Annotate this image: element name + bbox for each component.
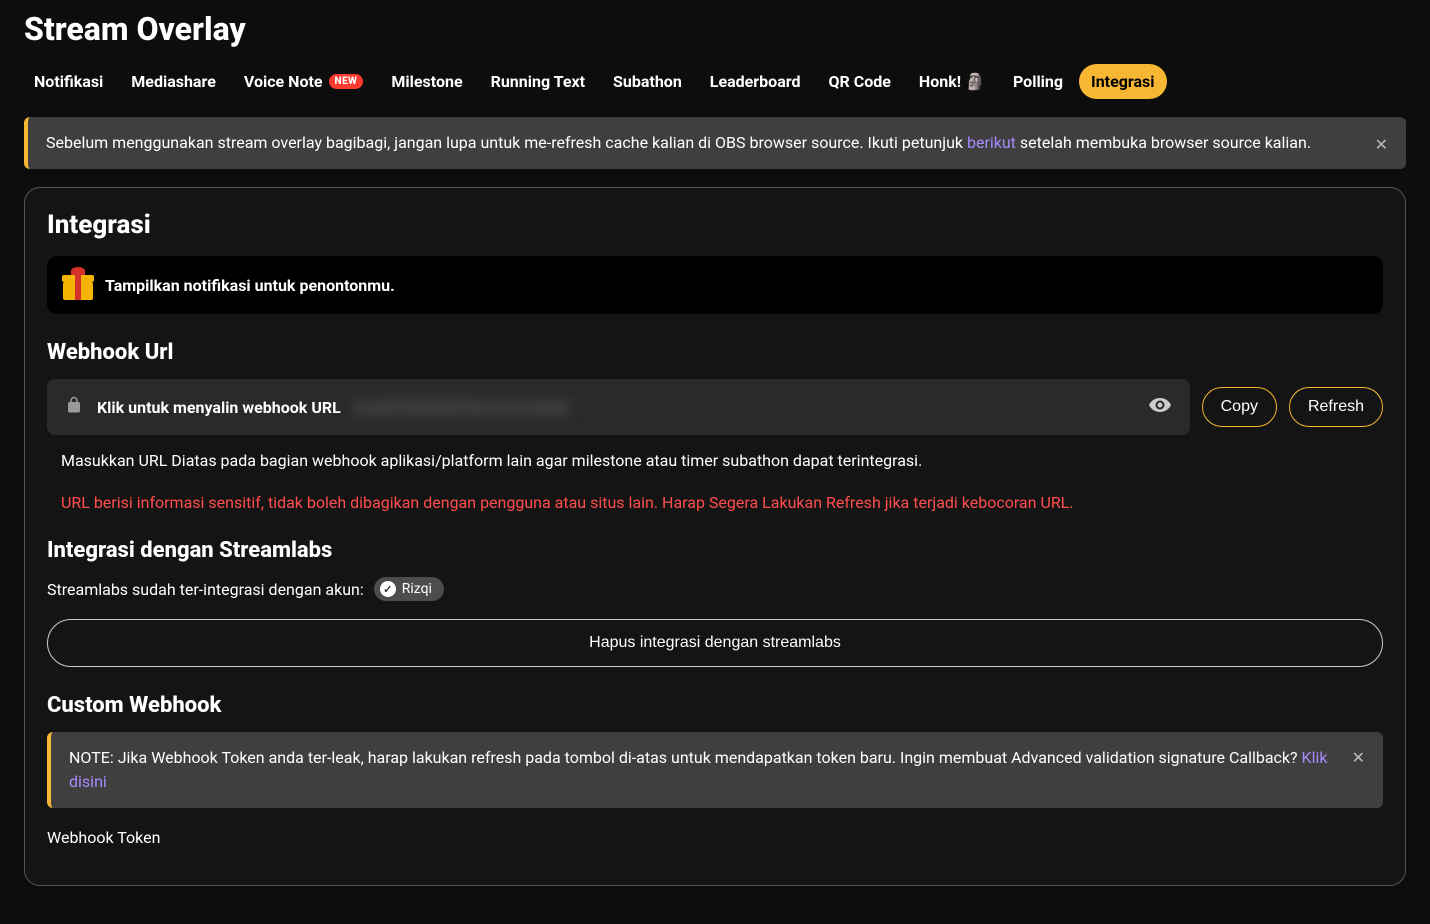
notification-bar: Tampilkan notifikasi untuk penontonmu. bbox=[47, 256, 1383, 314]
close-icon[interactable]: ✕ bbox=[1375, 133, 1388, 157]
tab-label: Mediashare bbox=[131, 72, 216, 91]
account-chip: Rizqi bbox=[374, 577, 444, 601]
note-text: NOTE: Jika Webhook Token anda ter-leak, … bbox=[69, 748, 1302, 767]
refresh-button[interactable]: Refresh bbox=[1289, 387, 1383, 427]
tab-label: Polling bbox=[1013, 72, 1063, 91]
account-name: Rizqi bbox=[402, 581, 432, 597]
webhook-url-heading: Webhook Url bbox=[47, 340, 1383, 365]
streamlabs-heading: Integrasi dengan Streamlabs bbox=[47, 538, 1383, 563]
gift-icon bbox=[63, 270, 93, 300]
tab-leaderboard[interactable]: Leaderboard bbox=[698, 64, 813, 99]
tab-label: Subathon bbox=[613, 72, 682, 91]
streamlabs-status-row: Streamlabs sudah ter-integrasi dengan ak… bbox=[47, 577, 1383, 601]
tab-label: Running Text bbox=[491, 72, 585, 91]
info-banner: Sebelum menggunakan stream overlay bagib… bbox=[24, 117, 1406, 169]
tab-bar: Notifikasi Mediashare Voice Note NEW Mile… bbox=[0, 56, 1430, 117]
tab-running-text[interactable]: Running Text bbox=[479, 64, 597, 99]
banner-link[interactable]: berikut bbox=[967, 133, 1016, 152]
webhook-warning-text: URL berisi informasi sensitif, tidak bol… bbox=[47, 493, 1383, 512]
tab-voice-note[interactable]: Voice Note NEW bbox=[232, 64, 376, 99]
tab-label: Notifikasi bbox=[34, 72, 103, 91]
integrasi-card: Integrasi Tampilkan notifikasi untuk pen… bbox=[24, 187, 1406, 886]
new-badge: NEW bbox=[329, 74, 364, 89]
tab-integrasi[interactable]: Integrasi bbox=[1079, 64, 1166, 99]
webhook-url-box[interactable]: Klik untuk menyalin webhook URL XxxXYXXX… bbox=[47, 379, 1190, 435]
tab-notifikasi[interactable]: Notifikasi bbox=[22, 64, 115, 99]
note-banner: NOTE: Jika Webhook Token anda ter-leak, … bbox=[47, 732, 1383, 808]
tab-label: Leaderboard bbox=[710, 72, 801, 91]
remove-integration-button[interactable]: Hapus integrasi dengan streamlabs bbox=[47, 619, 1383, 667]
copy-button[interactable]: Copy bbox=[1202, 387, 1277, 427]
tab-label: Integrasi bbox=[1091, 72, 1154, 91]
tab-honk[interactable]: Honk! 🗿 bbox=[907, 64, 997, 99]
custom-webhook-heading: Custom Webhook bbox=[47, 693, 1383, 718]
tab-subathon[interactable]: Subathon bbox=[601, 64, 694, 99]
tab-mediashare[interactable]: Mediashare bbox=[119, 64, 228, 99]
webhook-token-label: Webhook Token bbox=[47, 828, 1383, 847]
tab-label: QR Code bbox=[828, 72, 890, 91]
tab-qr-code[interactable]: QR Code bbox=[816, 64, 902, 99]
streamlabs-status-text: Streamlabs sudah ter-integrasi dengan ak… bbox=[47, 580, 364, 599]
check-icon bbox=[380, 581, 396, 597]
webhook-url-masked: XxxXYXXXXXYXxYxYxYxXxX bbox=[355, 398, 570, 417]
card-title: Integrasi bbox=[47, 210, 1383, 240]
page-title: Stream Overlay bbox=[0, 0, 1430, 56]
tab-polling[interactable]: Polling bbox=[1001, 64, 1075, 99]
close-icon[interactable]: ✕ bbox=[1352, 746, 1365, 770]
lock-icon bbox=[65, 396, 83, 418]
webhook-url-placeholder: Klik untuk menyalin webhook URL bbox=[97, 398, 341, 417]
tab-milestone[interactable]: Milestone bbox=[379, 64, 474, 99]
eye-icon[interactable] bbox=[1148, 393, 1172, 421]
tab-label: Voice Note bbox=[244, 72, 323, 91]
webhook-help-text: Masukkan URL Diatas pada bagian webhook … bbox=[47, 449, 1383, 473]
notif-text: Tampilkan notifikasi untuk penontonmu. bbox=[105, 276, 395, 295]
webhook-url-row: Klik untuk menyalin webhook URL XxxXYXXX… bbox=[47, 379, 1383, 435]
tab-label: Milestone bbox=[391, 72, 462, 91]
banner-text-before: Sebelum menggunakan stream overlay bagib… bbox=[46, 133, 967, 152]
banner-text-after: setelah membuka browser source kalian. bbox=[1016, 133, 1311, 152]
tab-label: Honk! 🗿 bbox=[919, 72, 985, 91]
